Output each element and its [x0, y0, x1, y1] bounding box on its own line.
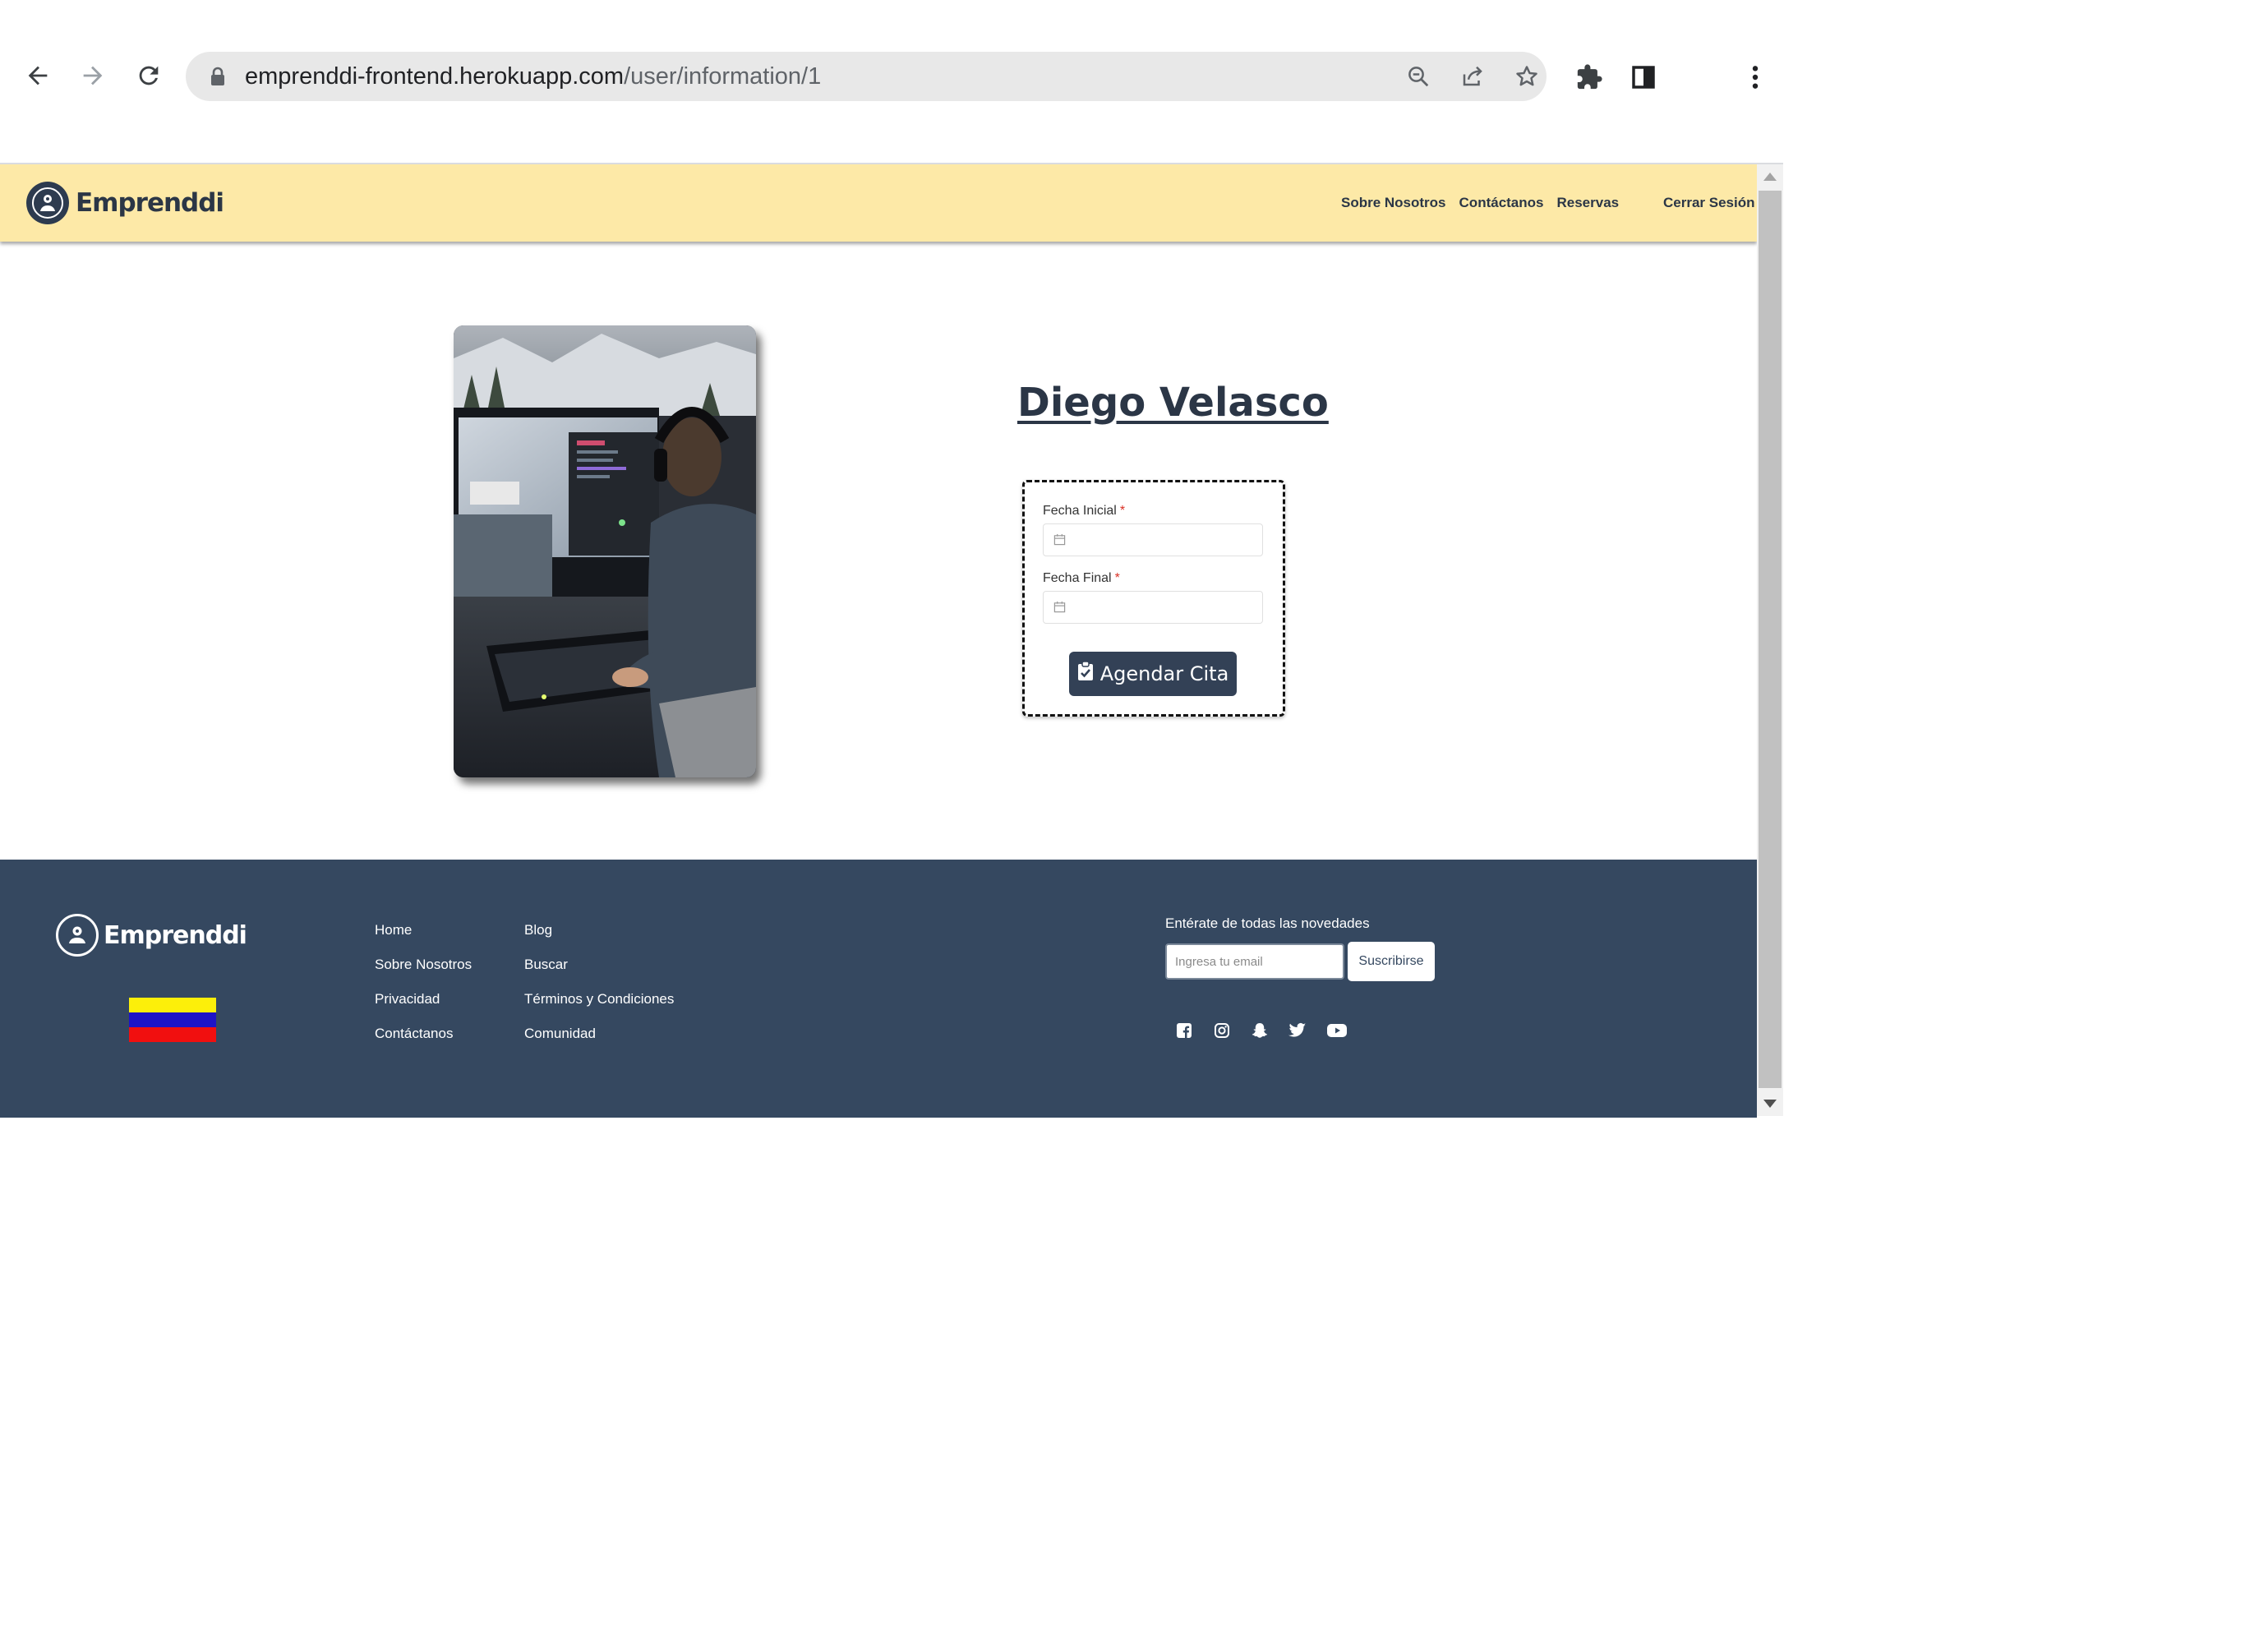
footer-link-home[interactable]: Home [375, 922, 412, 938]
user-name: Diego Velasco [1017, 380, 1329, 426]
required-mark: * [1119, 504, 1126, 518]
footer-link-about[interactable]: Sobre Nosotros [375, 957, 472, 973]
share-icon[interactable] [1459, 63, 1486, 90]
scrollbar-thumb[interactable] [1759, 191, 1782, 1088]
account-nav: Cerrar Sesión [1663, 164, 1755, 242]
flag-stripe-yellow [129, 998, 216, 1012]
newsletter-title: Entérate de todas las novedades [1165, 915, 1370, 931]
scroll-down-arrow-icon[interactable] [1763, 1100, 1777, 1108]
footer-link-terms[interactable]: Términos y Condiciones [524, 991, 674, 1008]
footer-logo-icon [56, 914, 99, 957]
book-appointment-button[interactable]: Agendar Cita [1069, 652, 1237, 696]
footer-link-search[interactable]: Buscar [524, 957, 568, 973]
footer-brand[interactable]: Emprenddi [56, 914, 247, 957]
twitter-icon[interactable] [1286, 1019, 1309, 1042]
lock-icon[interactable] [209, 66, 227, 91]
end-date-label: Fecha Final * [1043, 571, 1120, 585]
menu-dots-icon[interactable] [1739, 61, 1772, 94]
header-brand[interactable]: Emprenddi [26, 181, 224, 225]
footer-link-blog[interactable]: Blog [524, 922, 552, 938]
site-footer: Emprenddi Home Sobre Nosotros Privacidad… [0, 860, 1757, 1118]
reload-icon[interactable] [131, 58, 167, 94]
nav-link-bookings[interactable]: Reservas [1557, 195, 1620, 211]
site-header: Emprenddi Sobre Nosotros Contáctanos Res… [0, 164, 1757, 242]
nav-link-contact[interactable]: Contáctanos [1459, 195, 1544, 211]
instagram-icon[interactable] [1210, 1019, 1233, 1042]
browser-chrome: emprenddi-frontend.herokuapp.com/user/in… [0, 0, 2268, 163]
footer-link-privacy[interactable]: Privacidad [375, 991, 440, 1008]
nav-link-logout[interactable]: Cerrar Sesión [1663, 195, 1755, 211]
calendar-icon [1053, 601, 1066, 617]
side-panel-icon[interactable] [1627, 61, 1660, 94]
booking-form: Fecha Inicial * Fecha Final * Agendar Cita [1022, 480, 1285, 717]
flag-stripe-red [129, 1027, 216, 1042]
required-mark: * [1114, 571, 1120, 585]
newsletter-email-input[interactable] [1165, 943, 1344, 980]
brand-name: Emprenddi [76, 188, 224, 218]
footer-link-community[interactable]: Comunidad [524, 1026, 596, 1042]
book-appointment-label: Agendar Cita [1099, 662, 1229, 685]
snapchat-icon[interactable] [1248, 1019, 1271, 1042]
footer-link-contact[interactable]: Contáctanos [375, 1026, 453, 1042]
calendar-icon [1053, 533, 1066, 550]
start-date-label: Fecha Inicial * [1043, 504, 1126, 518]
youtube-icon[interactable] [1325, 1019, 1348, 1042]
flag-stripe-blue [129, 1012, 216, 1027]
scroll-up-arrow-icon[interactable] [1763, 173, 1777, 181]
colombia-flag [129, 998, 216, 1042]
nav-link-about[interactable]: Sobre Nosotros [1341, 195, 1446, 211]
facebook-icon[interactable] [1173, 1019, 1196, 1042]
main-nav: Sobre Nosotros Contáctanos Reservas [1341, 164, 1619, 242]
start-date-input[interactable] [1043, 523, 1263, 556]
zoom-icon[interactable] [1405, 63, 1431, 90]
bookmark-star-icon[interactable] [1514, 63, 1540, 90]
url-text[interactable]: emprenddi-frontend.herokuapp.com/user/in… [245, 52, 821, 101]
subscribe-button[interactable]: Suscribirse [1348, 942, 1435, 981]
extensions-icon[interactable] [1573, 61, 1606, 94]
page-scrollbar[interactable] [1757, 164, 1783, 1116]
forward-icon[interactable] [75, 58, 111, 94]
end-date-input[interactable] [1043, 591, 1263, 624]
brand-logo-icon [26, 182, 69, 224]
footer-brand-name: Emprenddi [104, 920, 247, 950]
clipboard-check-icon [1077, 661, 1094, 686]
address-bar[interactable]: emprenddi-frontend.herokuapp.com/user/in… [186, 52, 1547, 101]
back-icon[interactable] [20, 58, 56, 94]
profile-photo [454, 325, 756, 777]
page-viewport: Emprenddi Sobre Nosotros Contáctanos Res… [0, 163, 1783, 1118]
